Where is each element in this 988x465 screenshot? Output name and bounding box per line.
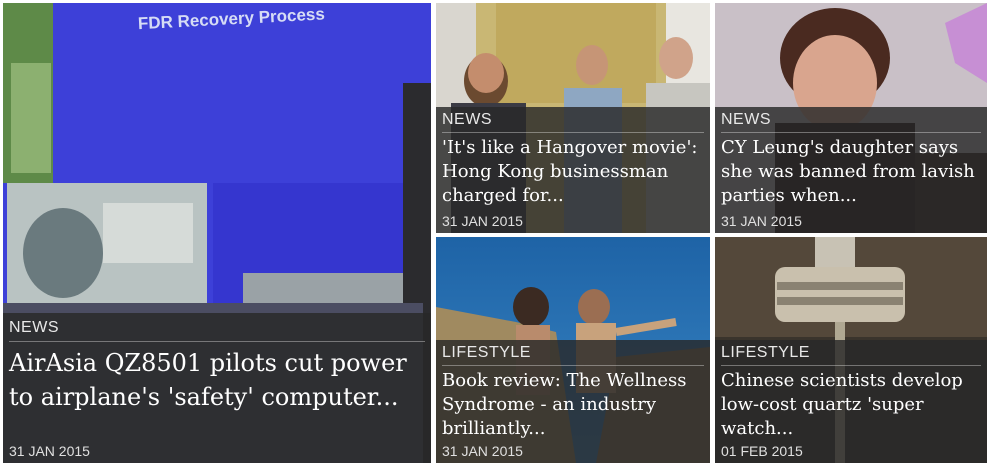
divider bbox=[721, 132, 981, 133]
divider bbox=[442, 365, 704, 366]
article-date: 31 JAN 2015 bbox=[721, 213, 802, 229]
divider bbox=[442, 132, 704, 133]
article-date: 31 JAN 2015 bbox=[442, 443, 523, 459]
article-headline[interactable]: Chinese scientists develop low-cost quar… bbox=[721, 369, 981, 441]
article-date: 01 FEB 2015 bbox=[721, 443, 803, 459]
divider bbox=[721, 365, 981, 366]
article-category: NEWS bbox=[9, 319, 59, 336]
article-card-quartz[interactable]: LIFESTYLE Chinese scientists develop low… bbox=[715, 237, 987, 463]
article-date: 31 JAN 2015 bbox=[9, 443, 90, 459]
article-overlay: NEWS AirAsia QZ8501 pilots cut power to … bbox=[3, 313, 431, 463]
divider bbox=[9, 341, 425, 342]
article-headline[interactable]: AirAsia QZ8501 pilots cut power to airpl… bbox=[9, 346, 425, 414]
article-card-wellness[interactable]: LIFESTYLE Book review: The Wellness Synd… bbox=[436, 237, 710, 463]
article-overlay: LIFESTYLE Book review: The Wellness Synd… bbox=[436, 340, 710, 463]
article-overlay: NEWS CY Leung's daughter says she was ba… bbox=[715, 107, 987, 233]
article-headline[interactable]: Book review: The Wellness Syndrome - an … bbox=[442, 369, 704, 441]
article-overlay: NEWS 'It's like a Hangover movie': Hong … bbox=[436, 107, 710, 233]
article-category: NEWS bbox=[721, 111, 771, 128]
article-category: NEWS bbox=[442, 111, 492, 128]
article-category: LIFESTYLE bbox=[442, 344, 531, 361]
article-overlay: LIFESTYLE Chinese scientists develop low… bbox=[715, 340, 987, 463]
article-card-airasia[interactable]: FDR Recovery Process NEWS AirAsia QZ8501… bbox=[3, 3, 431, 463]
article-headline[interactable]: 'It's like a Hangover movie': Hong Kong … bbox=[442, 136, 704, 208]
article-card-cy-leung[interactable]: NEWS CY Leung's daughter says she was ba… bbox=[715, 3, 987, 233]
article-card-hangover[interactable]: NEWS 'It's like a Hangover movie': Hong … bbox=[436, 3, 710, 233]
article-category: LIFESTYLE bbox=[721, 344, 810, 361]
article-date: 31 JAN 2015 bbox=[442, 213, 523, 229]
article-headline[interactable]: CY Leung's daughter says she was banned … bbox=[721, 136, 981, 208]
